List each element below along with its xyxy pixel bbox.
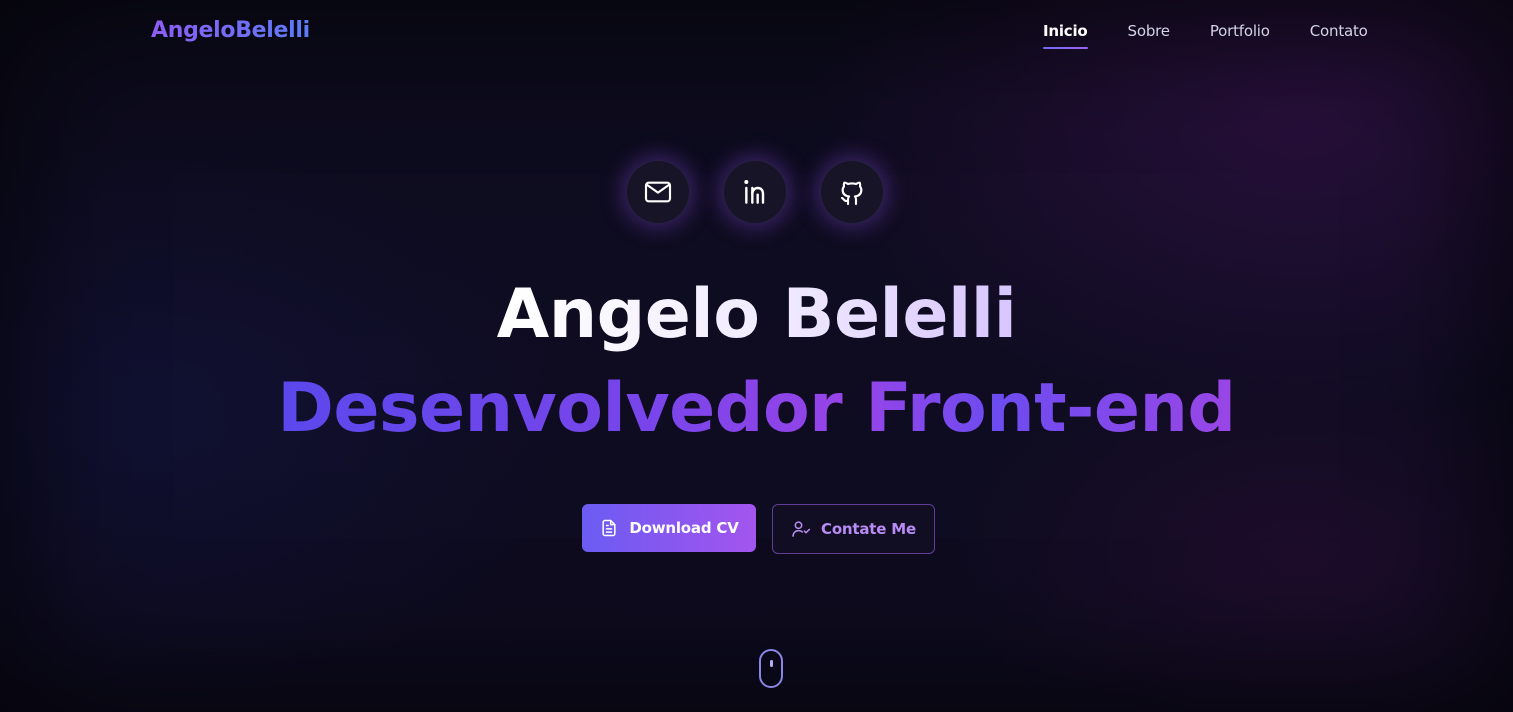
mouse-scroll-icon[interactable] [759, 649, 783, 688]
document-icon [602, 519, 616, 537]
download-cv-button[interactable]: Download CV [582, 504, 756, 552]
hero-actions: Download CV Contate Me [582, 504, 935, 554]
mouse-wheel [770, 660, 773, 667]
linkedin-icon [743, 180, 764, 204]
hero-role: Desenvolvedor Front-end [277, 366, 1236, 452]
site-logo[interactable]: AngeloBelelli [151, 18, 310, 43]
github-link-button[interactable] [819, 160, 884, 224]
contact-me-button[interactable]: Contate Me [772, 504, 935, 554]
nav-link-contato[interactable]: Contato [1310, 22, 1368, 40]
contact-me-label: Contate Me [821, 520, 916, 538]
social-links [0, 160, 1513, 224]
linkedin-link-button[interactable] [722, 160, 787, 224]
main-nav: Inicio Sobre Portfolio Contato [1043, 22, 1368, 49]
hero-name: Angelo Belelli [497, 272, 1017, 358]
github-icon [840, 181, 862, 206]
nav-link-sobre[interactable]: Sobre [1128, 22, 1170, 40]
email-link-button[interactable] [625, 160, 690, 224]
nav-link-portfolio[interactable]: Portfolio [1210, 22, 1270, 40]
top-navbar: AngeloBelelli Inicio Sobre Portfolio Con… [0, 0, 1513, 66]
nav-link-inicio[interactable]: Inicio [1043, 22, 1088, 49]
mail-icon [644, 181, 671, 203]
hero-role-container: Desenvolvedor Front-end [0, 366, 1513, 452]
user-check-icon [792, 521, 811, 537]
hero-name-container: Angelo Belelli [0, 272, 1513, 358]
download-cv-label: Download CV [629, 519, 739, 537]
